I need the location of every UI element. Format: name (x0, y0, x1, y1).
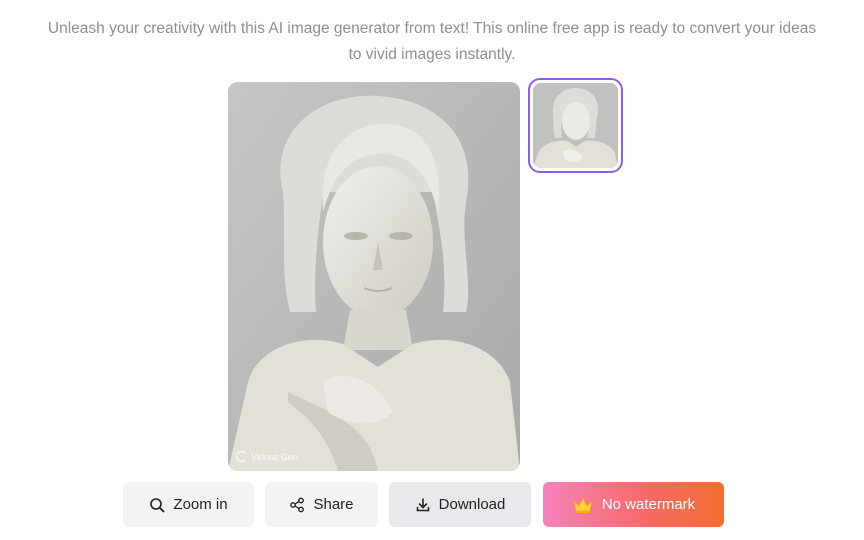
zoom-in-button[interactable]: Zoom in (123, 482, 254, 527)
thumbnail-illustration (533, 83, 618, 168)
zoom-in-label: Zoom in (173, 496, 228, 513)
statue-illustration (228, 82, 520, 471)
no-watermark-button[interactable]: No watermark (543, 482, 724, 527)
share-icon (290, 497, 305, 512)
share-button[interactable]: Share (265, 482, 378, 527)
crown-icon (573, 497, 593, 513)
watermark-label: Vidnoz Gen (251, 451, 298, 462)
description-text: Unleash your creativity with this AI ima… (47, 20, 817, 63)
generated-image[interactable]: Vidnoz Gen (228, 82, 520, 471)
thumbnail-image (533, 83, 618, 168)
download-icon (416, 497, 429, 511)
share-label: Share (313, 496, 354, 513)
vidnoz-logo-icon (236, 451, 247, 462)
image-generator-panel: Unleash your creativity with this AI ima… (0, 0, 864, 540)
download-label: Download (438, 496, 506, 513)
no-watermark-label: No watermark (601, 496, 696, 513)
watermark: Vidnoz Gen (236, 451, 298, 462)
thumbnail-selected[interactable] (528, 78, 623, 173)
action-bar: Zoom in Share Download No watermark (0, 482, 864, 527)
magnifier-icon (150, 497, 165, 512)
download-button[interactable]: Download (389, 482, 531, 527)
